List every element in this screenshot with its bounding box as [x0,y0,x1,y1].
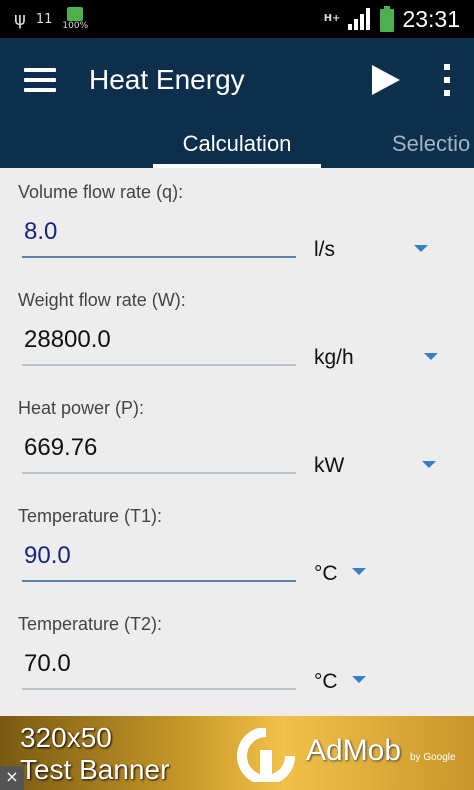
dropdown-caret-icon[interactable] [414,245,428,252]
input-underline [22,472,296,474]
signal-bars-icon [348,8,371,30]
ad-test-banner-label: Test Banner [20,754,170,785]
ad-close-icon[interactable]: × [0,766,24,790]
ad-size-label: 320x50 [20,722,112,753]
clock: 23:31 [402,5,460,32]
temperature-t2-input[interactable]: 70.0 [24,650,71,678]
field-label: Volume flow rate (q): [18,182,184,202]
signal-strength-label: 11 [35,11,53,27]
field-weight-flow-rate: Weight flow rate (W): 28800.0 kg/h [0,276,474,384]
battery-label: 100% [62,21,89,31]
play-icon[interactable] [370,63,402,97]
field-label: Heat power (P): [18,398,145,418]
unit-dropdown-temperature-t1[interactable]: °C [314,562,338,586]
temperature-t1-input[interactable]: 90.0 [24,542,71,570]
unit-dropdown-volume-flow[interactable]: l/s [314,238,335,262]
field-temperature-t1: Temperature (T1): 90.0 °C [0,492,474,600]
field-label: Temperature (T2): [18,614,163,634]
battery-status-icon: 100% [62,7,88,31]
field-label: Weight flow rate (W): [18,290,186,310]
heat-power-input[interactable]: 669.76 [24,434,97,462]
overflow-menu-icon[interactable] [442,64,452,96]
dropdown-caret-icon[interactable] [352,676,366,683]
action-bar: Heat Energy [0,38,474,122]
unit-dropdown-heat-power[interactable]: kW [314,454,344,478]
network-type-label: H+ [323,13,341,24]
ad-banner[interactable]: 320x50 Test Banner × AdMob by Google [0,716,474,790]
field-temperature-t2: Temperature (T2): 70.0 °C [0,600,474,708]
volume-flow-rate-input[interactable]: 8.0 [24,218,57,246]
admob-logo-icon [237,728,295,782]
dropdown-caret-icon[interactable] [352,568,366,575]
battery-icon [380,6,395,32]
admob-by-google-label: by Google [410,752,456,763]
usb-icon: ψ [14,8,26,30]
hamburger-menu-icon[interactable] [24,68,56,92]
field-volume-flow-rate: Volume flow rate (q): 8.0 l/s [0,168,474,276]
unit-dropdown-temperature-t2[interactable]: °C [314,670,338,694]
admob-brand-label: AdMob [306,734,402,767]
tab-selection[interactable]: Selectio [392,122,470,168]
input-underline [22,688,296,690]
input-underline [22,364,296,366]
field-label: Temperature (T1): [18,506,163,526]
input-underline [22,256,296,258]
input-underline [22,580,296,582]
unit-dropdown-weight-flow[interactable]: kg/h [314,346,354,370]
app-title: Heat Energy [89,64,245,95]
field-heat-power: Heat power (P): 669.76 kW [0,384,474,492]
tab-calculation[interactable]: Calculation [153,122,321,168]
weight-flow-rate-input[interactable]: 28800.0 [24,326,111,354]
dropdown-caret-icon[interactable] [424,353,438,360]
tab-bar: Calculation Selectio [0,122,474,168]
status-bar: ψ 11 100% H+ 23:31 [0,0,474,38]
dropdown-caret-icon[interactable] [422,461,436,468]
